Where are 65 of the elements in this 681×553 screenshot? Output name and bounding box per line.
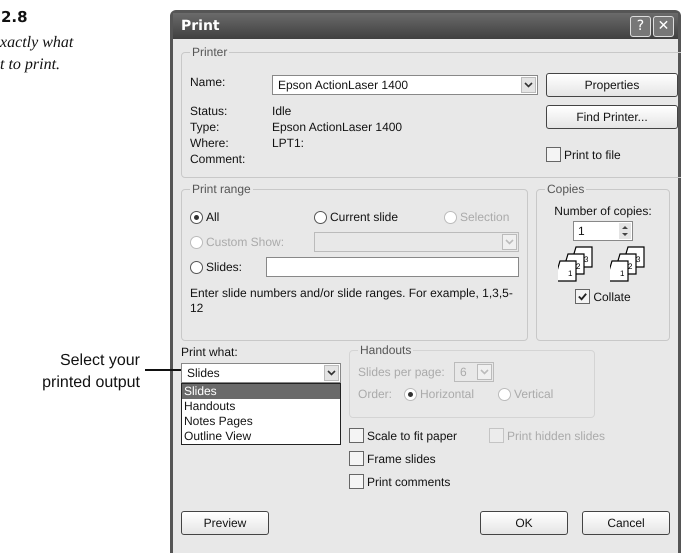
checkbox-label: Collate (593, 290, 631, 304)
radio-label: Selection (460, 210, 510, 224)
checkbox-label: Print hidden slides (507, 428, 606, 442)
slides-input[interactable] (266, 257, 519, 277)
list-option[interactable]: Outline View (182, 429, 340, 444)
copies-spinner[interactable]: 1 (573, 221, 633, 241)
dropdown-icon (477, 364, 492, 380)
properties-button[interactable]: Properties (546, 73, 678, 97)
help-button[interactable]: ? (630, 16, 651, 36)
info-value: LPT1: (272, 136, 304, 150)
cancel-button[interactable]: Cancel (582, 511, 670, 535)
radio-button[interactable] (190, 260, 203, 274)
radio-button[interactable] (190, 210, 203, 224)
radio-label: Slides: (206, 260, 242, 274)
checkbox[interactable] (349, 474, 364, 489)
leader-line (145, 369, 183, 371)
window-title: Print (181, 18, 220, 34)
dropdown-icon (521, 77, 536, 93)
check-icon (577, 291, 588, 302)
printer-select[interactable]: Epson ActionLaser 1400 (272, 75, 538, 95)
spinner-arrows-icon (619, 223, 631, 239)
info-label: Status: (190, 104, 228, 118)
list-option[interactable]: Handouts (182, 399, 340, 414)
callout-text: Select your printed output (41, 351, 140, 393)
figure-number: 2.8 (1, 8, 28, 26)
group-label: Print range (191, 182, 252, 196)
info-value: Idle (272, 104, 292, 118)
caption-line: t to print. (0, 55, 60, 75)
preview-button[interactable]: Preview (181, 511, 269, 535)
radio-label: All (206, 210, 220, 224)
info-label: Type: (190, 120, 220, 134)
radio-button[interactable] (314, 210, 327, 224)
dropdown-icon (324, 365, 339, 381)
info-label: Comment: (190, 152, 246, 166)
checkbox-label: Print comments (367, 474, 450, 488)
radio-label: Current slide (330, 210, 398, 224)
field-label: Order: (358, 387, 394, 401)
radio-label: Horizontal (420, 387, 474, 401)
field-label: Name: (190, 75, 226, 89)
checkbox-label: Frame slides (367, 452, 436, 466)
list-option[interactable]: Notes Pages (182, 414, 340, 429)
ok-button[interactable]: OK (480, 511, 568, 535)
field-label: Slides per page: (358, 365, 446, 379)
dropdown-icon (502, 234, 517, 250)
info-label: Where: (190, 136, 230, 150)
group-label: Handouts (359, 343, 412, 357)
list-option[interactable]: Slides (182, 384, 340, 399)
field-label: Print what: (181, 345, 239, 359)
print-what-select[interactable]: Slides (181, 363, 341, 383)
checkbox[interactable] (349, 428, 364, 443)
group-label: Printer (191, 45, 228, 59)
find-printer-button[interactable]: Find Printer... (546, 105, 678, 129)
checkbox-label: Scale to fit paper (367, 428, 458, 442)
checkbox-label: Print to file (564, 148, 621, 162)
radio-label: Vertical (514, 387, 554, 401)
field-label: Number of copies: (554, 204, 652, 218)
caption-line: xactly what (0, 33, 74, 53)
info-value: Epson ActionLaser 1400 (272, 120, 402, 134)
checkbox[interactable] (349, 451, 364, 466)
hint-text: Enter slide numbers and/or slide ranges. For example, 1,3,5-12 (190, 286, 514, 316)
group-label: Copies (546, 182, 586, 196)
radio-label: Custom Show: (206, 235, 284, 249)
checkbox[interactable] (546, 147, 561, 162)
close-button[interactable]: ✕ (653, 16, 674, 36)
checkbox[interactable] (575, 289, 590, 304)
